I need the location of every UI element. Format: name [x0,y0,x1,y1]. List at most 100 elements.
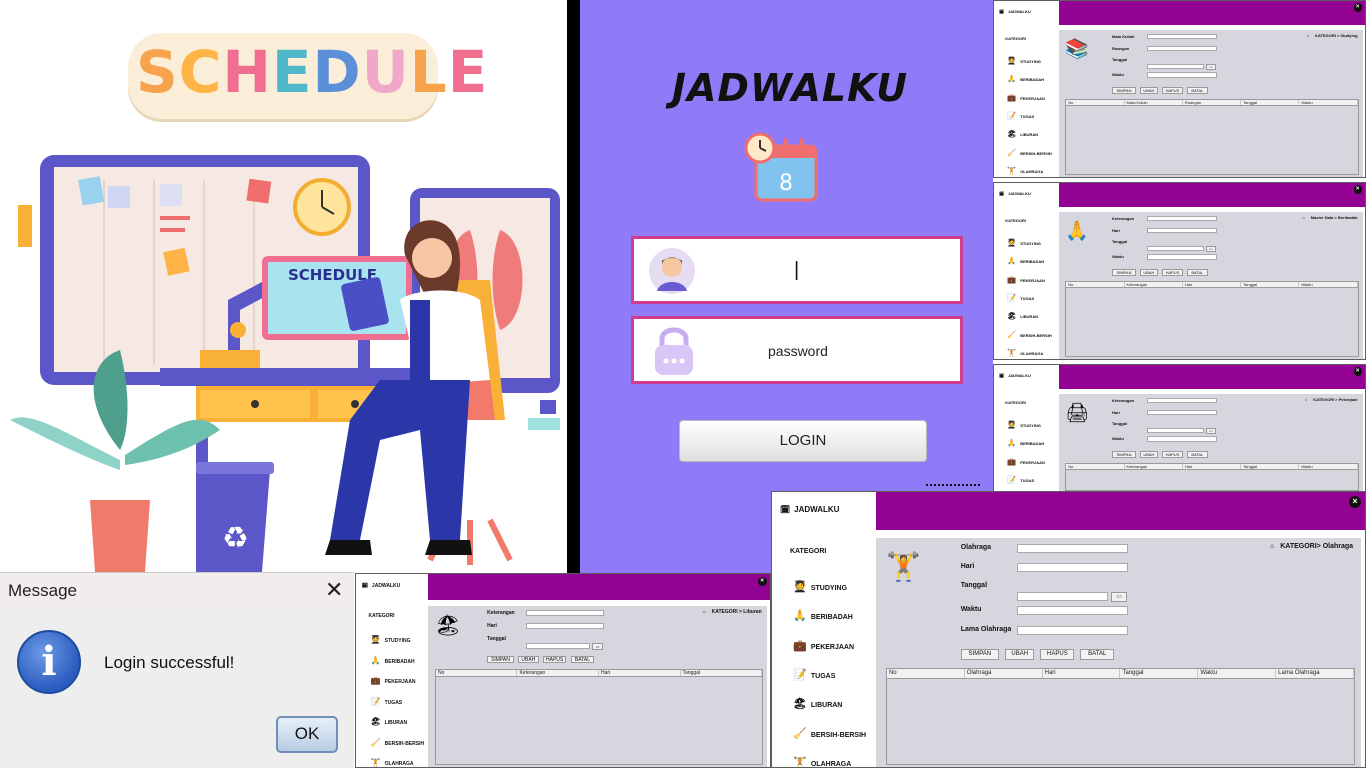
batal-button[interactable]: BATAL [1186,86,1208,94]
hapus-button[interactable]: HAPUS [1161,268,1184,276]
sidebar-item-olahraga[interactable]: 🏋 OLAHRAGA [1006,166,1043,175]
sidebar-item-pekerjaan[interactable]: 💼 PEKERJAAN [370,676,416,685]
hapus-button[interactable]: HAPUS [542,655,567,664]
input-mata-kuliah[interactable] [1146,33,1217,40]
sidebar-item-liburan[interactable]: 🏖LIBURAN [792,697,842,710]
sidebar-item-beribadah[interactable]: 🙏 BERIBADAH [792,609,853,622]
sidebar-item-liburan[interactable]: 🏖LIBURAN [370,717,407,726]
input-olahraga[interactable] [1016,543,1129,553]
data-table[interactable]: No Keterangan Hari Tanggal Waktu [1065,280,1359,357]
date-picker-button[interactable]: ▭ [1206,63,1217,71]
input-hari[interactable] [1146,227,1217,234]
column-header-hari[interactable]: Hari [1183,281,1242,288]
simpan-button[interactable]: SIMPAN [1112,86,1136,94]
date-picker-button[interactable]: ▭ [1206,245,1217,253]
batal-button[interactable]: BATAL [1186,268,1208,276]
column-header-no[interactable]: No [1066,281,1125,288]
close-icon[interactable]: × [757,576,767,586]
data-table[interactable]: No Olahraga Hari Tanggal Waktu Lama Olahraga [885,667,1356,765]
input-waktu[interactable] [1146,72,1217,78]
input-hari[interactable] [1146,409,1217,416]
ubah-button[interactable]: UBAH [1139,268,1159,276]
username-input-cursor[interactable]: | [794,259,799,282]
password-input[interactable]: password [768,343,828,359]
input-waktu[interactable] [1146,254,1217,260]
date-picker-button[interactable]: ▭ [1206,427,1217,435]
column-header-olahraga[interactable]: Olahraga [965,668,1043,678]
sidebar-item-studying[interactable]: 🧑‍🎓 STUDYING [370,635,411,644]
column-header-keterangan[interactable]: Keterangan [517,669,599,677]
input-hari[interactable] [1016,562,1129,572]
sidebar-item-bersih-bersih[interactable]: 🧹 BERSIH-BERSIH [1006,148,1051,157]
input-keterangan[interactable] [526,609,605,616]
input-hari[interactable] [526,622,605,630]
column-header-hari[interactable]: Hari [599,669,681,677]
sidebar-item-pekerjaan[interactable]: 💼 PEKERJAAN [1006,457,1045,466]
batal-button[interactable]: BATAL [1080,648,1115,660]
sidebar-item-olahraga[interactable]: 🏋 OLAHRAGA [792,756,851,767]
column-header-tanggal[interactable]: Tanggal [1120,668,1199,678]
sidebar-item-tugas[interactable]: 📝 TUGAS [1006,293,1034,302]
hapus-button[interactable]: HAPUS [1040,648,1075,660]
login-button[interactable]: LOGIN [679,420,927,462]
column-header-keterangan[interactable]: Keterangan [1125,281,1183,288]
sidebar-item-studying[interactable]: 🧑‍🎓 STUDYING [792,580,847,593]
sidebar-item-bersih-bersih[interactable]: 🧹 BERSIH-BERSIH [1006,330,1051,339]
input-waktu[interactable] [1016,605,1129,615]
input-tanggal[interactable] [1016,591,1109,601]
input-lama-olahraga[interactable] [1016,625,1129,635]
sidebar-item-tugas[interactable]: 📝 TUGAS [370,697,402,706]
sidebar-item-studying[interactable]: 🧑‍🎓 STUDYING [1006,420,1041,429]
close-icon[interactable]: × [1353,185,1362,194]
sidebar-item-beribadah[interactable]: 🙏 BERIBADAH [1006,74,1044,83]
sidebar-item-pekerjaan[interactable]: 💼 PEKERJAAN [1006,93,1045,102]
ubah-button[interactable]: UBAH [1139,450,1159,458]
column-header-hari[interactable]: Hari [1043,668,1121,678]
column-header-tanggal[interactable]: Tanggal [1241,463,1300,470]
username-field[interactable]: | [631,236,963,304]
close-icon[interactable]: ✕ [325,577,343,603]
sidebar-item-beribadah[interactable]: 🙏 BERIBADAH [1006,256,1044,265]
simpan-button[interactable]: SIMPAN [960,648,999,660]
sidebar-item-beribadah[interactable]: 🙏 BERIBADAH [1006,438,1044,447]
input-ruangan[interactable] [1146,45,1217,52]
input-keterangan[interactable] [1146,215,1217,222]
ubah-button[interactable]: UBAH [1139,86,1159,94]
sidebar-item-beribadah[interactable]: 🙏 BERIBADAH [370,656,415,665]
ubah-button[interactable]: UBAH [518,655,539,664]
data-table[interactable]: No Mata Kuliah Ruangan Tanggal Waktu [1065,98,1359,175]
hapus-button[interactable]: HAPUS [1161,86,1184,94]
sidebar-item-bersih-bersih[interactable]: 🧹 BERSIH-BERSIH [370,738,424,747]
sidebar-item-tugas[interactable]: 📝 TUGAS [1006,111,1034,120]
data-table[interactable]: No Keterangan Hari Tanggal [434,668,764,765]
password-field[interactable]: password [631,316,963,384]
column-header-keterangan[interactable]: Keterangan [1125,463,1183,470]
ubah-button[interactable]: UBAH [1004,648,1035,660]
ok-button[interactable]: OK [276,716,338,753]
input-tanggal[interactable] [526,643,591,650]
sidebar-item-tugas[interactable]: 📝 TUGAS [792,668,835,681]
simpan-button[interactable]: SIMPAN [1112,268,1136,276]
column-header-mata-kuliah[interactable]: Mata Kuliah [1125,99,1183,106]
data-table[interactable]: No Keterangan Hari Tanggal Waktu [1065,462,1359,491]
batal-button[interactable]: BATAL [570,655,595,664]
column-header-waktu[interactable]: Waktu [1299,99,1358,106]
simpan-button[interactable]: SIMPAN [1112,450,1136,458]
column-header-lama-olahraga[interactable]: Lama Olahraga [1276,668,1355,678]
column-header-no[interactable]: No [887,668,965,678]
input-waktu[interactable] [1146,436,1217,442]
column-header-no[interactable]: No [436,669,518,677]
input-keterangan[interactable] [1146,397,1217,404]
sidebar-item-olahraga[interactable]: 🏋 OLAHRAGA [370,758,414,767]
simpan-button[interactable]: SIMPAN [487,655,514,664]
batal-button[interactable]: BATAL [1186,450,1208,458]
hapus-button[interactable]: HAPUS [1161,450,1184,458]
column-header-no[interactable]: No [1066,99,1125,106]
sidebar-item-studying[interactable]: 🧑‍🎓 STUDYING [1006,56,1041,65]
close-icon[interactable]: × [1353,367,1362,376]
input-tanggal[interactable] [1146,63,1205,70]
sidebar-item-tugas[interactable]: 📝 TUGAS [1006,475,1034,484]
column-header-no[interactable]: No [1066,463,1125,470]
close-icon[interactable]: × [1349,495,1361,508]
sidebar-item-liburan[interactable]: 🏖LIBURAN [1006,311,1038,320]
